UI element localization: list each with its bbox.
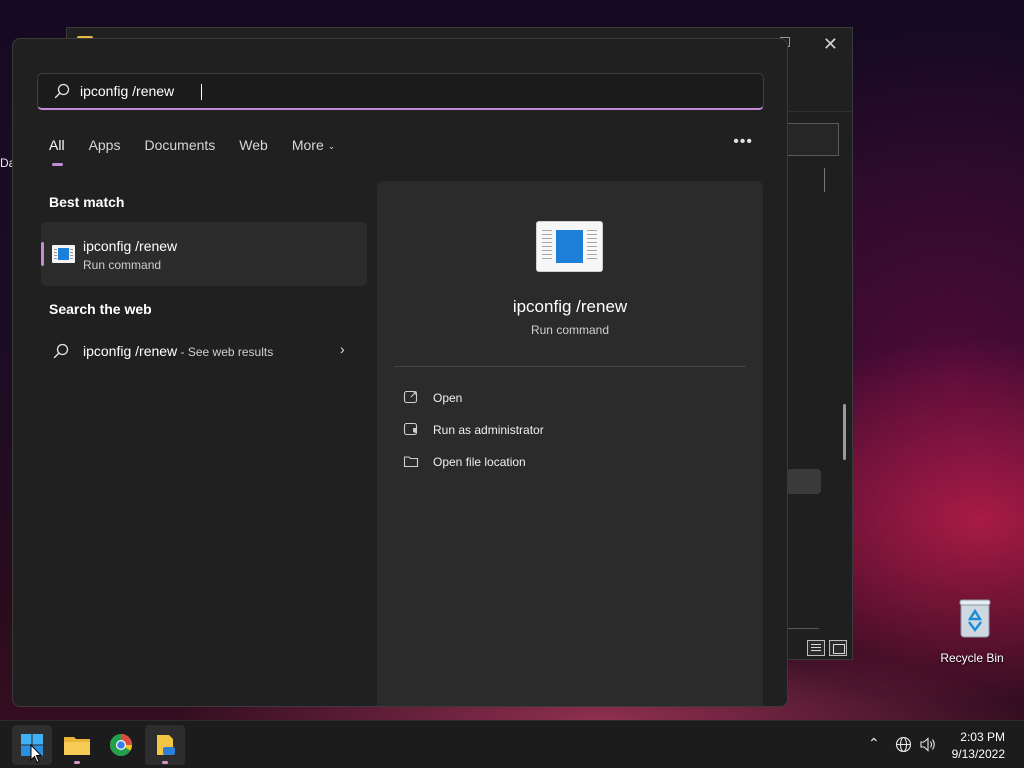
run-command-icon <box>537 222 602 271</box>
action-label: Open file location <box>433 455 526 469</box>
scrollbar[interactable] <box>843 404 846 460</box>
icon-detail <box>58 248 69 260</box>
tab-apps[interactable]: Apps <box>89 137 121 153</box>
divider <box>824 168 825 192</box>
action-label: Open <box>433 391 463 405</box>
app-button[interactable] <box>145 725 185 765</box>
web-result-query: ipconfig /renew <box>83 343 178 359</box>
volume-icon[interactable] <box>919 736 937 753</box>
best-match-item[interactable]: ipconfig /renew Run command <box>41 222 367 286</box>
recycle-bin[interactable]: Recycle Bin <box>940 598 1007 665</box>
search-icon <box>54 83 70 99</box>
open-external-icon <box>403 390 418 404</box>
file-icon <box>157 735 175 755</box>
taskbar: ⌃ 2:03 PM 9/13/2022 <box>0 720 1024 768</box>
preview-title: ipconfig /renew <box>512 297 628 316</box>
icon-detail <box>556 230 583 263</box>
search-input[interactable] <box>80 83 720 99</box>
chrome-button[interactable] <box>101 725 141 765</box>
preview-pane: ipconfig /renew Run command Open Run as … <box>377 181 763 706</box>
more-options-icon[interactable]: ••• <box>733 133 753 151</box>
tab-all[interactable]: All <box>49 137 65 166</box>
web-result-suffix: - See web results <box>177 345 274 359</box>
icon-detail <box>587 230 597 260</box>
close-icon[interactable]: ✕ <box>823 34 838 55</box>
search-web-heading: Search the web <box>49 301 152 317</box>
search-tabs: All Apps Documents Web More ⌄ <box>49 137 359 166</box>
tab-documents[interactable]: Documents <box>144 137 215 153</box>
tab-web[interactable]: Web <box>239 137 268 153</box>
search-icon <box>53 343 69 359</box>
clock[interactable]: 2:03 PM 9/13/2022 <box>952 729 1005 763</box>
chrome-icon <box>110 734 132 756</box>
best-match-subtitle: Run command <box>83 258 162 272</box>
background-button[interactable] <box>787 469 821 494</box>
icon-detail <box>54 249 57 259</box>
action-label: Run as administrator <box>433 423 544 437</box>
icon-detail <box>542 230 552 260</box>
divider <box>394 366 746 367</box>
divider <box>787 628 819 629</box>
tab-more[interactable]: More ⌄ <box>292 137 335 153</box>
folder-icon <box>403 456 419 468</box>
best-match-heading: Best match <box>49 194 125 210</box>
details-view-icon[interactable] <box>807 640 825 656</box>
icon-detail <box>70 249 73 259</box>
preview-subtitle: Run command <box>530 323 610 337</box>
large-icons-view-icon[interactable] <box>829 640 847 656</box>
clock-date: 9/13/2022 <box>951 747 1005 761</box>
network-globe-icon[interactable] <box>895 736 912 753</box>
search-panel: All Apps Documents Web More⌄ ••• Best ma… <box>12 38 788 707</box>
recycle-bin-label: Recycle Bin <box>940 651 1004 665</box>
run-command-icon <box>52 245 75 263</box>
show-hidden-icons-icon[interactable]: ⌃ <box>868 735 880 752</box>
running-indicator <box>162 761 168 764</box>
mouse-cursor-icon <box>30 744 42 764</box>
admin-shield-icon <box>403 422 418 436</box>
chevron-right-icon[interactable]: › <box>340 341 345 357</box>
recycle-bin-icon <box>959 599 991 638</box>
web-result-text: ipconfig /renew - See web results <box>83 343 273 359</box>
clock-time: 2:03 PM <box>960 730 1005 744</box>
folder-icon <box>64 737 90 755</box>
best-match-title: ipconfig /renew <box>83 238 178 254</box>
text-caret <box>201 84 202 100</box>
running-indicator <box>74 761 80 764</box>
search-box[interactable] <box>37 73 764 110</box>
address-bar[interactable] <box>787 123 839 156</box>
file-explorer-button[interactable] <box>57 725 97 765</box>
chevron-down-icon: ⌄ <box>327 141 336 151</box>
web-result-item[interactable]: ipconfig /renew - See web results › <box>53 341 353 361</box>
